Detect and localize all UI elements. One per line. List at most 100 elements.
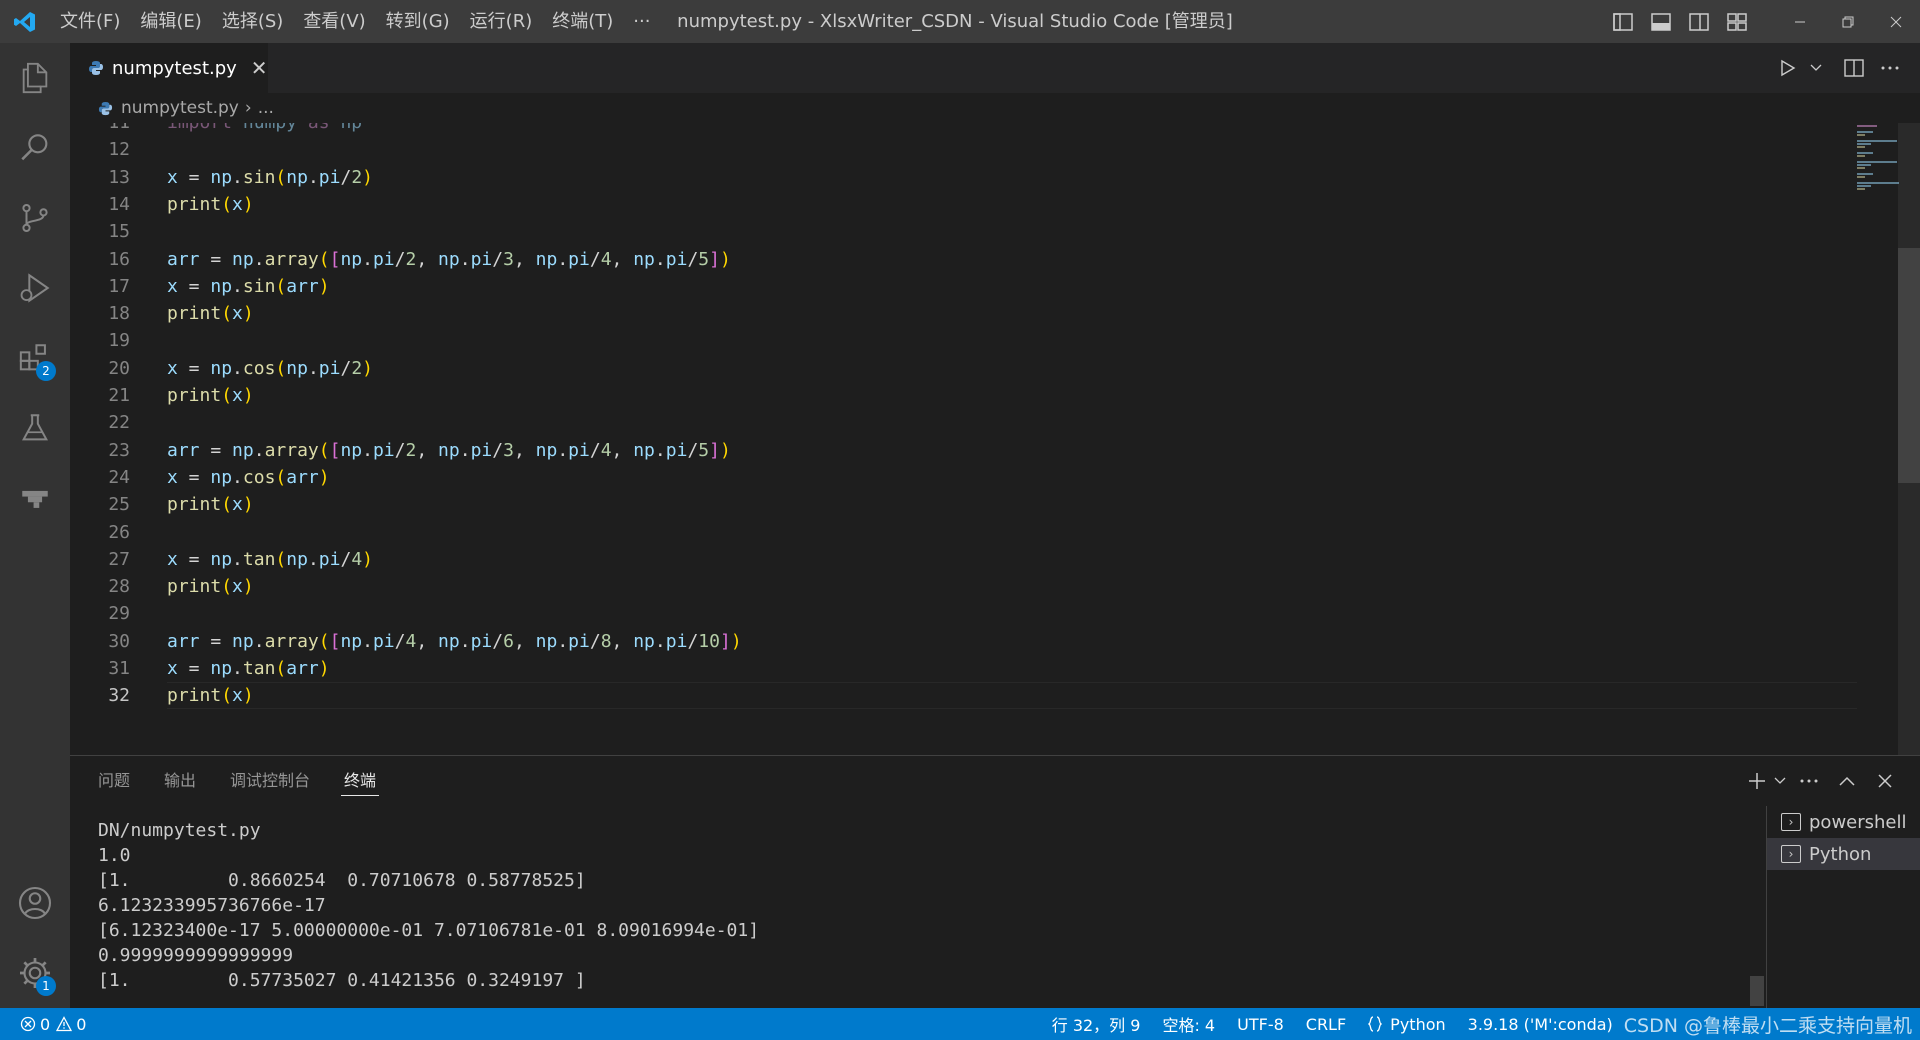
code-line[interactable]: 16 arr = np.array([np.pi/2, np.pi/3, np.p… — [70, 246, 1782, 273]
line-number: 29 — [108, 603, 130, 625]
menu-more[interactable]: ··· — [623, 0, 660, 43]
terminal-item-label: powershell — [1809, 811, 1907, 833]
toggle-panel-icon[interactable] — [1642, 0, 1680, 43]
close-panel-icon[interactable] — [1866, 756, 1904, 806]
terminal-line: 6.123233995736766e-17 — [98, 895, 326, 916]
explorer-icon[interactable] — [0, 43, 70, 113]
extensions-badge: 2 — [36, 361, 56, 381]
tab-output[interactable]: 输出 — [164, 756, 196, 806]
editor-scrollbar[interactable] — [1898, 248, 1920, 483]
line-code: arr = np.array([np.pi/2, np.pi/3, np.pi/… — [167, 248, 731, 270]
menu-go[interactable]: 转到(G) — [376, 0, 460, 43]
menu-edit[interactable]: 编辑(E) — [130, 0, 211, 43]
maximize-panel-icon[interactable] — [1828, 756, 1866, 806]
line-number: 18 — [108, 303, 130, 325]
code-line[interactable]: 13 x = np.sin(np.pi/2) — [70, 164, 1782, 191]
terminal-icon: › — [1781, 813, 1801, 831]
menu-terminal[interactable]: 终端(T) — [542, 0, 623, 43]
problems-status[interactable]: 0 0 — [20, 1015, 86, 1034]
restore-icon[interactable] — [1824, 0, 1872, 43]
indentation[interactable]: 空格: 4 — [1151, 1012, 1226, 1036]
remote-explorer-icon[interactable] — [0, 463, 70, 533]
terminal-dropdown-chevron-icon[interactable] — [1770, 756, 1790, 806]
line-number: 11 — [70, 123, 130, 136]
accounts-icon[interactable] — [0, 868, 70, 938]
menu-file[interactable]: 文件(F) — [50, 0, 130, 43]
line-number: 30 — [108, 630, 130, 652]
code-line[interactable]: 18 print(x) — [70, 300, 1782, 327]
code-line[interactable]: 31 x = np.tan(arr) — [70, 655, 1782, 682]
tab-numpytest[interactable]: numpytest.py ✕ — [70, 43, 268, 93]
end-of-line[interactable]: CRLF — [1295, 1015, 1357, 1034]
source-control-icon[interactable] — [0, 183, 70, 253]
search-icon[interactable] — [0, 113, 70, 183]
code-line[interactable]: 20 x = np.cos(np.pi/2) — [70, 355, 1782, 382]
terminal-output[interactable]: DN/numpytest.py 1.0 [1. 0.8660254 0.7071… — [98, 818, 1738, 993]
line-number: 25 — [108, 494, 130, 516]
code-line[interactable]: 30 arr = np.array([np.pi/4, np.pi/6, np.p… — [70, 628, 1782, 655]
cursor-position[interactable]: 行 32，列 9 — [1041, 1012, 1152, 1036]
code-line[interactable]: 27 x = np.tan(np.pi/4) — [70, 546, 1782, 573]
line-code: print(x) — [167, 494, 254, 516]
terminal-line: [6.12323400e-17 5.00000000e-01 7.0710678… — [98, 920, 760, 941]
code-line[interactable]: 25 print(x) — [70, 491, 1782, 518]
run-debug-icon[interactable] — [0, 253, 70, 323]
breadcrumb-symbols[interactable]: ... — [258, 98, 274, 118]
breadcrumb: numpytest.py › ... — [70, 93, 1920, 123]
tab-debug-console[interactable]: 调试控制台 — [230, 756, 310, 806]
python-interpreter[interactable]: 3.9.18 ('M':conda) — [1457, 1015, 1624, 1034]
minimap[interactable] — [1855, 123, 1915, 203]
activity-bar: 2 1 — [0, 43, 70, 1008]
tab-close-icon[interactable]: ✕ — [251, 56, 268, 80]
toggle-sidebar-icon[interactable] — [1604, 0, 1642, 43]
menu-view[interactable]: 查看(V) — [293, 0, 375, 43]
terminal-line: DN/numpytest.py — [98, 820, 261, 841]
line-number: 14 — [108, 193, 130, 215]
line-number: 19 — [108, 330, 130, 352]
manage-gear-icon[interactable]: 1 — [0, 938, 70, 1008]
code-line[interactable]: 32 print(x) — [70, 682, 1857, 710]
tab-problems[interactable]: 问题 — [98, 756, 130, 806]
close-window-icon[interactable] — [1872, 0, 1920, 43]
code-editor[interactable]: 11 import numpy as np 12 13 x = np.sin(np.pi… — [70, 123, 1920, 755]
more-actions-icon[interactable] — [1872, 43, 1908, 93]
code-line[interactable]: 15 — [70, 218, 1782, 245]
extensions-icon[interactable]: 2 — [0, 323, 70, 393]
terminal-scrollbar[interactable] — [1750, 976, 1764, 1006]
line-code: print(x) — [167, 303, 254, 325]
line-number: 26 — [108, 521, 130, 543]
code-line[interactable]: 21 print(x) — [70, 382, 1782, 409]
customize-layout-icon[interactable] — [1718, 0, 1756, 43]
toggle-secondary-sidebar-icon[interactable] — [1680, 0, 1718, 43]
code-line[interactable]: 14 print(x) — [70, 191, 1782, 218]
language-mode[interactable]: Python — [1357, 1015, 1456, 1034]
tab-terminal[interactable]: 终端 — [341, 756, 380, 806]
code-line[interactable]: 28 print(x) — [70, 573, 1782, 600]
encoding[interactable]: UTF-8 — [1226, 1015, 1295, 1034]
menu-run[interactable]: 运行(R) — [460, 0, 543, 43]
menu-selection[interactable]: 选择(S) — [212, 0, 293, 43]
breadcrumb-file[interactable]: numpytest.py — [121, 98, 239, 118]
code-line[interactable]: 26 — [70, 519, 1782, 546]
code-line[interactable]: 17 x = np.sin(arr) — [70, 273, 1782, 300]
run-dropdown-chevron-icon[interactable] — [1806, 43, 1826, 93]
terminal-item-python[interactable]: › Python — [1767, 838, 1920, 870]
terminal-item-powershell[interactable]: › powershell — [1767, 806, 1920, 838]
run-python-file-icon[interactable] — [1770, 43, 1806, 93]
minimize-icon[interactable] — [1776, 0, 1824, 43]
code-line[interactable]: 11 import numpy as np — [70, 123, 1782, 136]
code-line[interactable]: 12 — [70, 136, 1782, 163]
new-terminal-plus-icon[interactable] — [1744, 756, 1770, 806]
line-number: 32 — [108, 685, 130, 707]
braces-icon — [1368, 1016, 1383, 1032]
testing-icon[interactable] — [0, 393, 70, 463]
code-line[interactable]: 19 — [70, 327, 1782, 354]
line-number: 16 — [108, 248, 130, 270]
panel-more-actions-icon[interactable] — [1790, 756, 1828, 806]
code-line[interactable]: 24 x = np.cos(arr) — [70, 464, 1782, 491]
terminal-list: › powershell › Python — [1766, 806, 1920, 1009]
code-line[interactable]: 29 — [70, 600, 1782, 627]
code-line[interactable]: 23 arr = np.array([np.pi/2, np.pi/3, np.p… — [70, 437, 1782, 464]
split-editor-icon[interactable] — [1836, 43, 1872, 93]
code-line[interactable]: 22 — [70, 409, 1782, 436]
